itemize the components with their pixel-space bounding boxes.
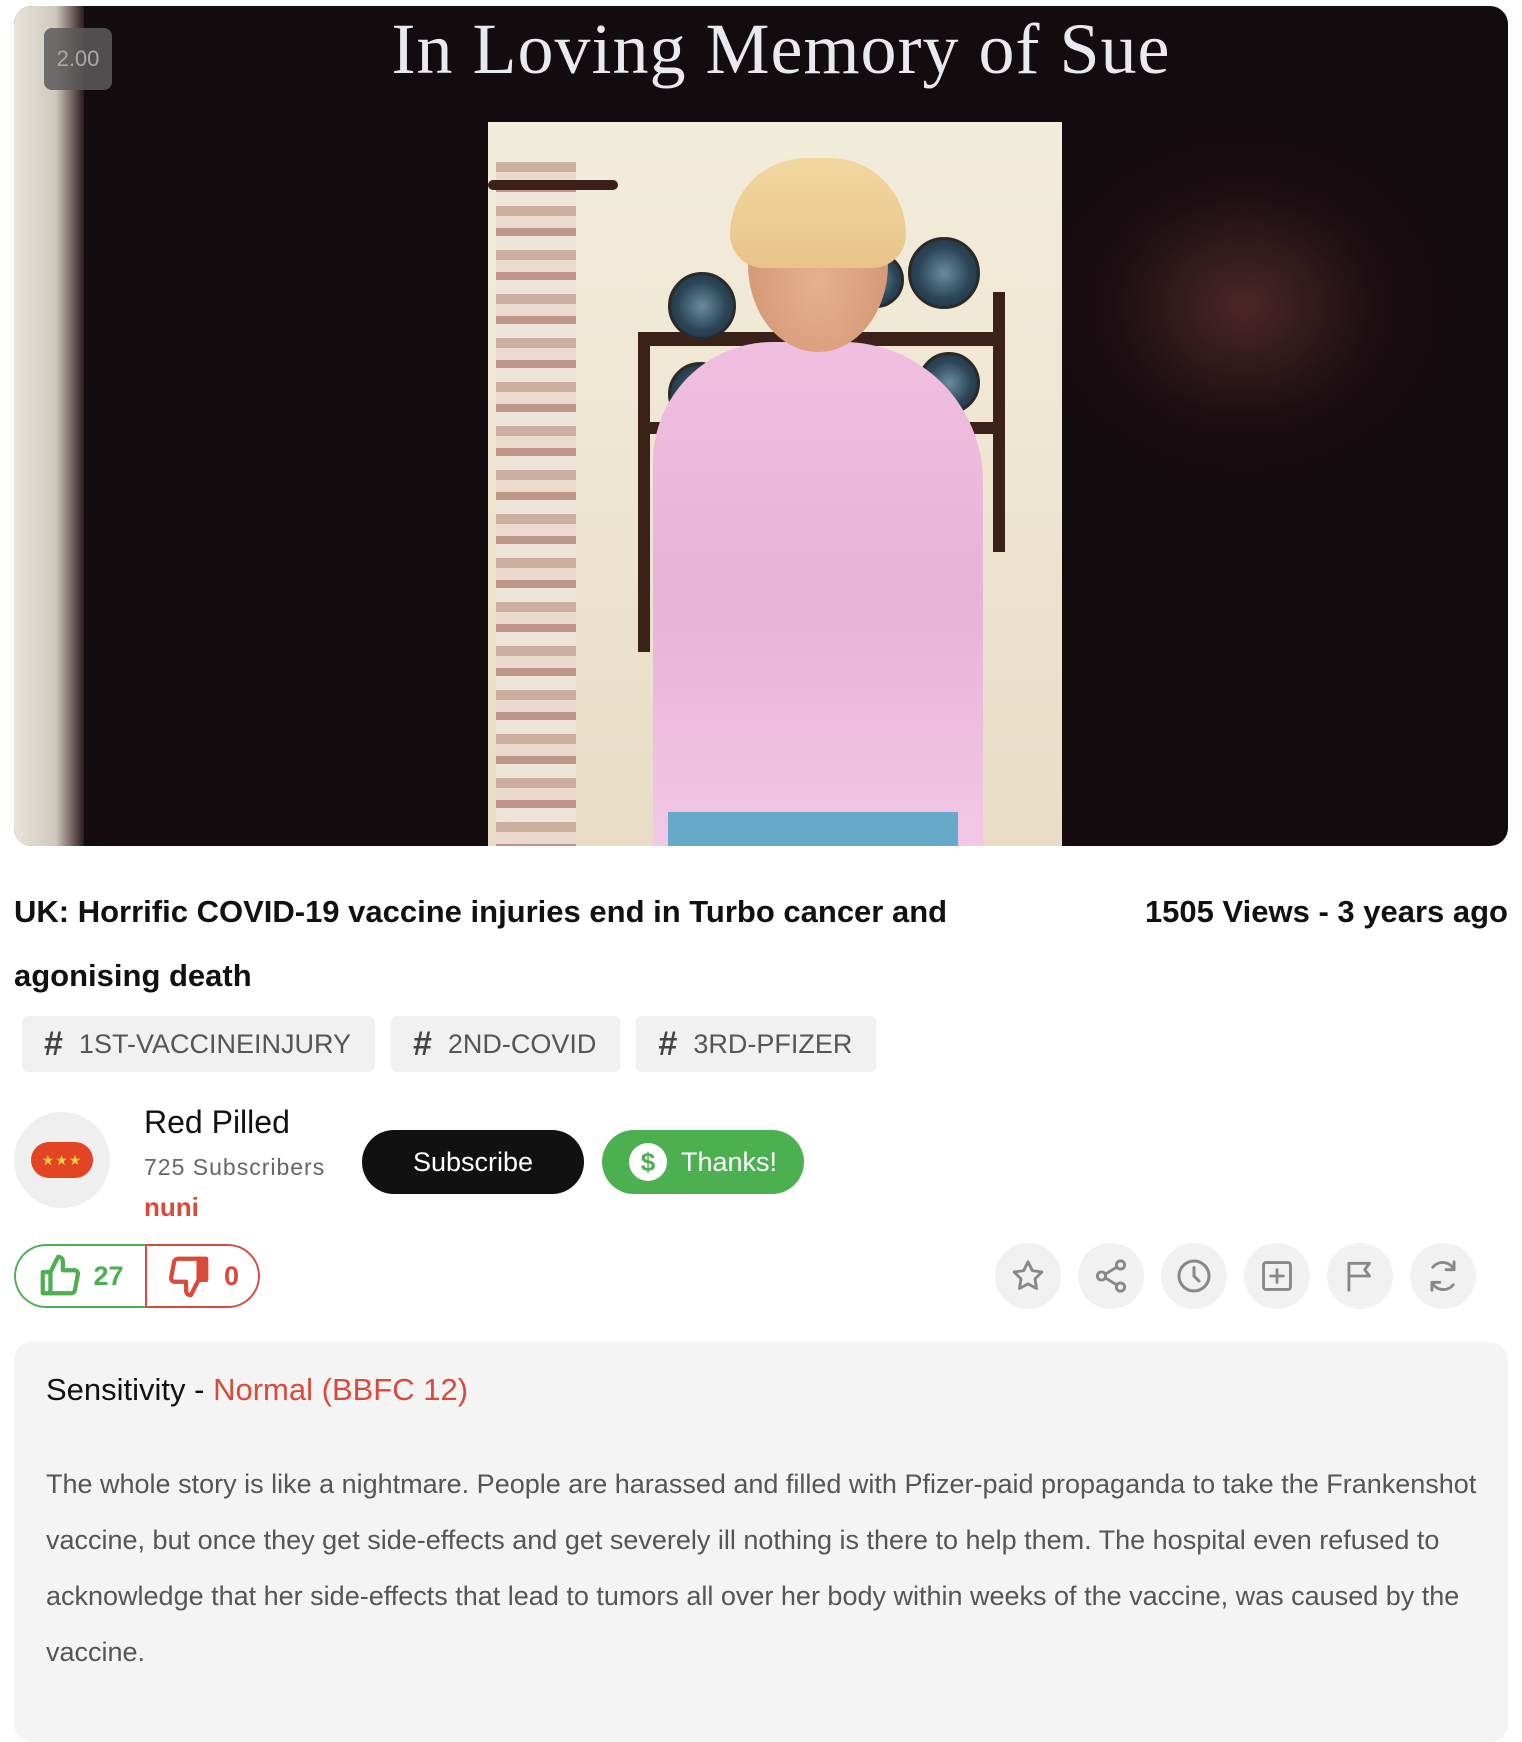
video-frame-glow [1034, 126, 1454, 486]
playback-speed-badge[interactable]: 2.00 [44, 28, 112, 90]
add-to-playlist-button[interactable] [1244, 1243, 1310, 1309]
video-stats: 1505 Views - 3 years ago [1144, 894, 1508, 929]
photo-person-jeans [668, 812, 958, 846]
tag-chip[interactable]: # 1ST-VACCINEINJURY [22, 1016, 375, 1072]
sensitivity-rating: Normal (BBFC 12) [213, 1372, 469, 1407]
video-player[interactable]: In Loving Memory of Sue 2.00 [14, 6, 1508, 846]
tag-chip[interactable]: # 3RD-PFIZER [636, 1016, 877, 1072]
tag-label: 2ND-COVID [447, 1028, 597, 1059]
photo-person-hair [730, 158, 906, 268]
channel-name[interactable]: Red Pilled [144, 1104, 290, 1141]
favorite-button[interactable] [995, 1243, 1061, 1309]
description-panel: Sensitivity - Normal (BBFC 12) The whole… [14, 1342, 1508, 1742]
video-frame-photo [488, 122, 1062, 846]
refresh-icon [1430, 1260, 1456, 1292]
channel-info: ★★★ Red Pilled 725 Subscribers nuni Subs… [14, 1104, 1014, 1234]
dollar-icon: $ [628, 1143, 667, 1181]
share-button[interactable] [1078, 1243, 1144, 1309]
video-title: UK: Horrific COVID-19 vaccine injuries e… [14, 894, 948, 993]
photo-plate [908, 237, 980, 309]
sensitivity-label: Sensitivity - [46, 1372, 214, 1407]
thumbs-up-icon [41, 1254, 81, 1296]
dislike-button[interactable]: 0 [144, 1244, 260, 1308]
subscriber-count: 725 Subscribers [144, 1154, 326, 1180]
sensitivity-line: Sensitivity - Normal (BBFC 12) [46, 1372, 468, 1408]
description-text: The whole story is like a nightmare. Peo… [46, 1469, 1477, 1667]
hash-icon: # [44, 1024, 63, 1063]
hash-icon: # [412, 1024, 432, 1063]
loop-button[interactable] [1410, 1243, 1476, 1309]
watch-later-button[interactable] [1161, 1243, 1227, 1309]
like-count: 27 [93, 1260, 124, 1291]
thanks-button[interactable]: $ Thanks! [602, 1130, 804, 1194]
tag-list: # 1ST-VACCINEINJURY # 2ND-COVID # 3RD-PF… [22, 1016, 877, 1072]
like-button[interactable]: 27 [14, 1244, 145, 1308]
channel-username[interactable]: nuni [144, 1192, 199, 1223]
thumbs-down-icon [168, 1256, 209, 1298]
photo-person-torso [653, 342, 983, 846]
tag-label: 1ST-VACCINEINJURY [78, 1028, 351, 1059]
photo-shelf-post [638, 332, 650, 652]
photo-curtain-rod [488, 180, 618, 190]
action-bar [995, 1243, 1476, 1309]
plus-square-icon [1262, 1261, 1292, 1291]
video-overlay-title: In Loving Memory of Sue [391, 9, 1171, 89]
clock-icon [1177, 1259, 1211, 1293]
tag-chip[interactable]: # 2ND-COVID [390, 1016, 621, 1072]
share-icon [1095, 1259, 1127, 1293]
dislike-count: 0 [223, 1260, 239, 1291]
video-frame-wall [14, 6, 84, 846]
hash-icon: # [658, 1024, 678, 1063]
photo-curtain [496, 162, 576, 846]
vote-group: 27 0 [14, 1244, 260, 1308]
chat-bubble-stars-icon: ★★★ [31, 1142, 93, 1178]
photo-plate [668, 272, 736, 340]
report-button[interactable] [1327, 1243, 1393, 1309]
avatar[interactable]: ★★★ [14, 1112, 110, 1208]
subscribe-button[interactable]: Subscribe [362, 1130, 584, 1194]
tag-label: 3RD-PFIZER [693, 1028, 853, 1059]
thanks-label: Thanks! [680, 1146, 778, 1177]
photo-shelf-post [993, 292, 1005, 552]
star-icon [1012, 1260, 1044, 1290]
flag-icon [1347, 1261, 1371, 1292]
